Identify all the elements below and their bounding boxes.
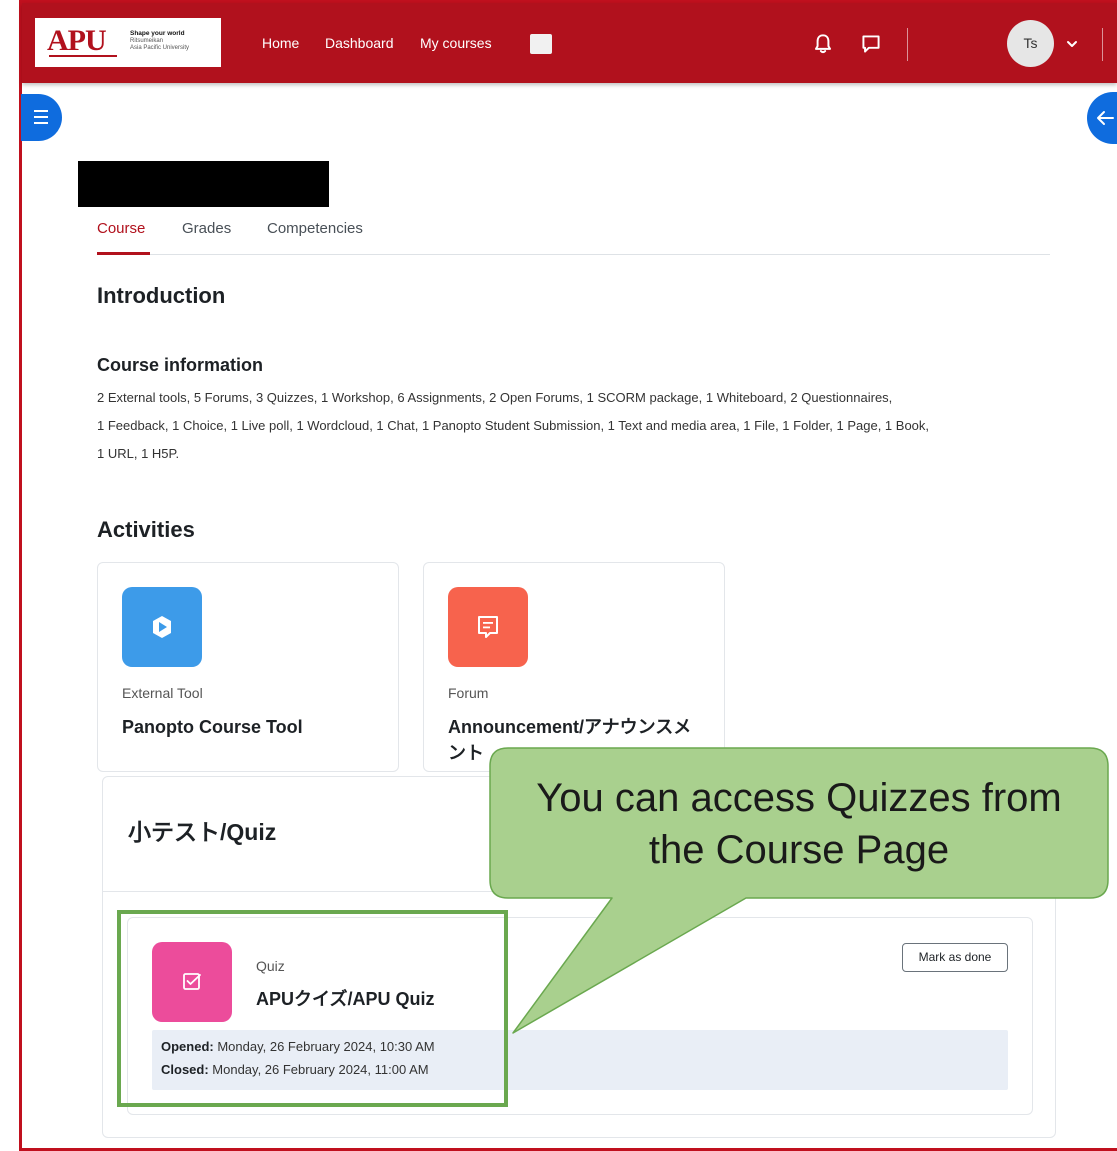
user-avatar[interactable]: Ts [1007,20,1054,67]
activity-card-announcement[interactable]: Forum Announcement/アナウンスメント [423,562,725,772]
activity-card-panopto[interactable]: External Tool Panopto Course Tool [97,562,399,772]
section-title: 小テスト/Quiz [128,819,277,845]
tab-grades[interactable]: Grades [182,219,231,239]
quiz-highlight-box [117,910,508,1107]
logo-underline [49,55,117,57]
nav-my-courses[interactable]: My courses [420,34,492,52]
tab-course[interactable]: Course [97,219,145,239]
activity-type: External Tool [122,685,203,701]
nav-dashboard[interactable]: Dashboard [325,34,394,52]
logo-subtitle-1: Ritsumeikan [130,38,164,44]
tabs-divider [97,254,1050,255]
course-index-toggle[interactable] [21,94,62,141]
apu-logo[interactable]: APU Shape your world Ritsumeikan Asia Pa… [35,18,221,67]
section-divider [103,891,1055,892]
arrow-left-icon [1097,111,1114,125]
tab-competencies[interactable]: Competencies [267,219,363,239]
redacted-course-title [78,161,329,207]
callout-line-1: You can access Quizzes from [536,776,1062,820]
logo-tagline: Shape your world [130,30,185,37]
section-heading-activities: Activities [97,517,195,542]
nav-divider-right [1102,28,1103,61]
course-info-line: 1 URL, 1 H5P. [97,446,180,461]
course-info-heading: Course information [97,355,264,375]
nav-home[interactable]: Home [262,34,299,52]
forum-icon [448,587,528,667]
active-tab-indicator [97,252,150,255]
external-tool-icon [122,587,202,667]
bell-icon[interactable] [810,31,836,57]
top-navbar: APU Shape your world Ritsumeikan Asia Pa… [22,3,1117,83]
chat-icon[interactable] [858,31,884,57]
course-info-line: 2 External tools, 5 Forums, 3 Quizzes, 1… [97,390,893,405]
nav-more-button[interactable] [530,34,552,54]
block-drawer-toggle[interactable] [1087,92,1117,144]
activity-name[interactable]: Announcement/アナウンスメント [448,714,708,766]
logo-subtitle-2: Asia Pacific University [130,45,190,51]
callout-text: You can access Quizzes from the Course P… [490,772,1108,876]
section-heading-introduction: Introduction [97,283,226,308]
course-info-line: 1 Feedback, 1 Choice, 1 Live poll, 1 Wor… [97,418,930,433]
activity-type: Forum [448,685,489,701]
mark-as-done-button[interactable]: Mark as done [902,943,1008,972]
nav-divider [907,28,908,61]
logo-mark: APU [47,24,107,57]
list-icon [34,110,48,124]
activity-name[interactable]: Panopto Course Tool [122,714,382,740]
callout-line-2: the Course Page [648,828,950,872]
chevron-down-icon[interactable] [1065,37,1079,51]
